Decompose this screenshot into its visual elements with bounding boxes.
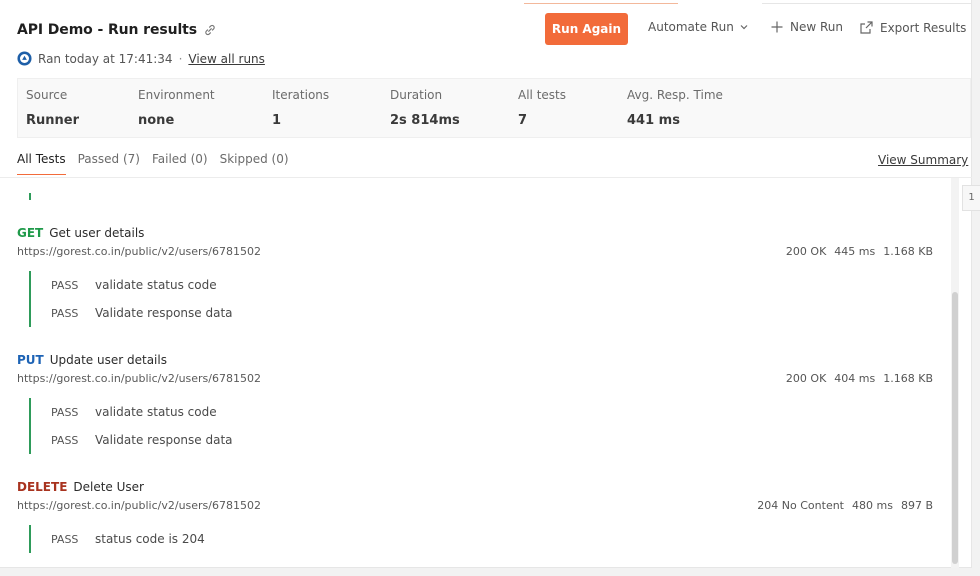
response-status: 200 OK: [785, 245, 827, 258]
request-header[interactable]: PUT Update user details: [17, 353, 947, 367]
request-item: DELETE Delete User https://gorest.co.in/…: [17, 480, 947, 553]
results-list[interactable]: GET Get user details https://gorest.co.i…: [0, 178, 960, 568]
test-list: PASS validate status code PASS Validate …: [29, 271, 947, 327]
response-time: 404 ms: [834, 372, 876, 385]
page-title-text: API Demo - Run results: [17, 22, 197, 38]
request-method: GET: [17, 226, 44, 240]
response-meta: 204 No Content 480 ms 897 B: [757, 499, 933, 512]
run-results-panel: API Demo - Run results Ran today at 17:4…: [0, 0, 972, 568]
test-row: PASS status code is 204: [51, 525, 947, 553]
test-status: PASS: [51, 433, 79, 447]
request-method: PUT: [17, 353, 44, 367]
run-info: Ran today at 17:41:34 · View all runs: [17, 51, 265, 66]
response-meta: 200 OK 445 ms 1.168 KB: [786, 245, 933, 258]
test-name: validate status code: [95, 278, 217, 292]
tab-all-tests[interactable]: All Tests: [17, 152, 66, 175]
stat-value: 441 ms: [627, 113, 680, 128]
request-header[interactable]: GET Get user details: [17, 226, 947, 240]
response-status: 204 No Content: [757, 499, 844, 512]
separator-dot: ·: [178, 51, 183, 66]
stat-value: 7: [518, 113, 528, 128]
response-meta: 200 OK 404 ms 1.168 KB: [786, 372, 933, 385]
new-run-button[interactable]: New Run: [770, 20, 843, 34]
stat-value: Runner: [26, 113, 80, 128]
test-status: PASS: [51, 532, 79, 546]
automate-run-label: Automate Run: [648, 20, 734, 34]
test-name: Validate response data: [95, 306, 233, 320]
tab-passed[interactable]: Passed (7): [78, 152, 140, 175]
export-results-button[interactable]: Export Results: [859, 20, 966, 35]
stat-label: All tests: [518, 88, 566, 102]
top-divider-line: [762, 0, 972, 4]
request-method: DELETE: [17, 480, 68, 494]
stat-environment: Environment none: [138, 88, 215, 128]
stat-avg-resp-time: Avg. Resp. Time 441 ms: [627, 88, 723, 128]
test-list: PASS status code is 204: [29, 525, 947, 553]
plus-icon: [771, 21, 783, 33]
view-summary-link[interactable]: View Summary: [878, 153, 968, 167]
stat-label: Iterations: [272, 88, 330, 102]
response-status: 200 OK: [785, 372, 827, 385]
automate-run-dropdown[interactable]: Automate Run: [648, 20, 749, 34]
test-row: PASS validate status code: [51, 271, 947, 299]
ran-timestamp: Ran today at 17:41:34: [38, 51, 173, 66]
request-name: Delete User: [73, 480, 144, 494]
request-name: Update user details: [49, 353, 167, 367]
test-name: Validate response data: [95, 433, 233, 447]
run-summary-bar: Source Runner Environment none Iteration…: [17, 78, 971, 138]
tab-skipped[interactable]: Skipped (0): [220, 152, 289, 175]
stat-label: Environment: [138, 88, 215, 102]
result-tabs: All Tests Passed (7) Failed (0) Skipped …: [17, 152, 301, 175]
stat-all-tests: All tests 7: [518, 88, 566, 128]
side-panel-indicator[interactable]: 1: [962, 185, 980, 211]
stat-iterations: Iterations 1: [272, 88, 329, 128]
stat-source: Source Runner: [26, 88, 79, 128]
stat-value: 2s 814ms: [390, 113, 460, 128]
view-all-runs-link[interactable]: View all runs: [188, 52, 265, 66]
request-header[interactable]: DELETE Delete User: [17, 480, 947, 494]
top-accent-line: [524, 0, 678, 4]
test-status: PASS: [51, 306, 79, 320]
request-name: Get user details: [49, 226, 145, 240]
request-item: GET Get user details https://gorest.co.i…: [17, 226, 947, 327]
export-results-label: Export Results: [880, 20, 967, 35]
stat-label: Source: [26, 88, 68, 102]
response-size: 1.168 KB: [883, 245, 933, 258]
test-status: PASS: [51, 405, 79, 419]
test-list: PASS validate status code PASS Validate …: [29, 398, 947, 454]
stat-value: none: [138, 113, 175, 128]
response-time: 480 ms: [852, 499, 893, 512]
results-scrollbar-thumb[interactable]: [952, 292, 958, 564]
test-row: PASS validate status code: [51, 398, 947, 426]
stat-duration: Duration 2s 814ms: [390, 88, 460, 128]
response-size: 897 B: [900, 499, 933, 512]
response-time: 445 ms: [834, 245, 876, 258]
run-again-button[interactable]: Run Again: [545, 13, 628, 45]
stat-value: 1: [272, 113, 282, 128]
runner-icon: [17, 51, 32, 66]
chevron-down-icon: [740, 25, 748, 30]
stat-label: Duration: [390, 88, 443, 102]
test-status: PASS: [51, 278, 79, 292]
response-size: 1.168 KB: [883, 372, 933, 385]
previous-test-bar: [29, 193, 31, 200]
test-name: status code is 204: [95, 532, 205, 546]
export-icon: [860, 21, 873, 34]
test-row: PASS Validate response data: [51, 299, 947, 327]
new-run-label: New Run: [790, 20, 843, 34]
test-name: validate status code: [95, 405, 217, 419]
tab-failed[interactable]: Failed (0): [152, 152, 208, 175]
link-icon[interactable]: [203, 23, 217, 37]
test-row: PASS Validate response data: [51, 426, 947, 454]
request-item: PUT Update user details https://gorest.c…: [17, 353, 947, 454]
page-title: API Demo - Run results: [17, 22, 217, 38]
stat-label: Avg. Resp. Time: [627, 88, 723, 102]
